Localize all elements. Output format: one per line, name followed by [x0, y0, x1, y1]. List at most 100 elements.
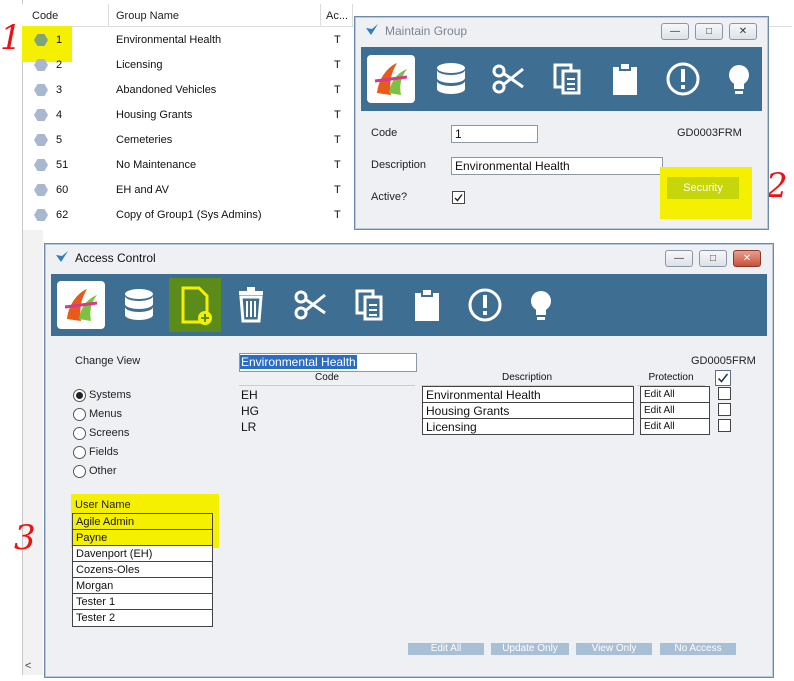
- table-row[interactable]: 62 Copy of Group1 (Sys Admins) T: [22, 203, 352, 228]
- new-file-button[interactable]: [169, 278, 221, 332]
- app-logo-icon[interactable]: [367, 55, 415, 103]
- access-row-code: EH: [241, 388, 258, 402]
- list-item[interactable]: Payne: [73, 530, 212, 546]
- window-title: Access Control: [75, 251, 156, 265]
- edit-all-button[interactable]: Edit All: [408, 643, 484, 655]
- copy-icon[interactable]: [345, 281, 393, 329]
- radio-fields[interactable]: [73, 446, 86, 459]
- radio-systems[interactable]: [73, 389, 86, 402]
- header-protection[interactable]: Protection: [637, 372, 705, 386]
- row-active: T: [334, 84, 341, 96]
- view-only-button[interactable]: View Only: [576, 643, 652, 655]
- column-divider: [352, 4, 353, 26]
- header-active[interactable]: Ac...: [326, 10, 348, 22]
- access-row-checkbox[interactable]: [718, 419, 731, 432]
- trash-icon[interactable]: [227, 281, 275, 329]
- access-control-titlebar[interactable]: Access Control — □ ✕: [45, 244, 773, 270]
- table-row[interactable]: 2 Licensing T: [22, 53, 352, 78]
- access-row-protection[interactable]: Edit All: [640, 402, 710, 419]
- clipboard-icon[interactable]: [403, 281, 451, 329]
- update-only-button[interactable]: Update Only: [491, 643, 569, 655]
- row-hexagon-icon: [34, 209, 48, 221]
- row-code: 3: [56, 84, 63, 96]
- radio-screens[interactable]: [73, 427, 86, 440]
- list-item[interactable]: Agile Admin: [73, 514, 212, 530]
- active-checkbox[interactable]: [452, 191, 465, 204]
- access-row-description[interactable]: Licensing: [422, 418, 634, 435]
- access-row-description[interactable]: Housing Grants: [422, 402, 634, 419]
- database-icon[interactable]: [115, 281, 163, 329]
- access-row-protection[interactable]: Edit All: [640, 418, 710, 435]
- access-row-code: LR: [241, 420, 257, 434]
- table-row[interactable]: 5 Cemeteries T: [22, 128, 352, 153]
- list-item[interactable]: Cozens-Oles: [73, 562, 212, 578]
- row-code: 51: [56, 159, 69, 171]
- new-file-icon: [181, 286, 212, 325]
- row-code: 1: [56, 34, 63, 46]
- database-icon[interactable]: [427, 55, 475, 103]
- maintain-group-titlebar[interactable]: Maintain Group — □ ✕: [355, 17, 768, 43]
- row-name: Copy of Group1 (Sys Admins): [116, 209, 262, 221]
- maximize-button[interactable]: □: [695, 23, 723, 40]
- radio-menus-label: Menus: [89, 408, 123, 420]
- row-active: T: [334, 209, 341, 221]
- close-button[interactable]: ✕: [733, 250, 761, 267]
- security-button[interactable]: Security: [667, 177, 739, 199]
- warning-icon[interactable]: [461, 281, 509, 329]
- app-logo-icon[interactable]: [57, 281, 105, 329]
- access-row-checkbox[interactable]: [718, 403, 731, 416]
- group-field[interactable]: Environmental Health: [239, 353, 417, 372]
- table-row[interactable]: 1 Environmental Health T: [22, 28, 352, 53]
- lightbulb-icon[interactable]: [517, 281, 565, 329]
- copy-icon[interactable]: [543, 55, 591, 103]
- minimize-button[interactable]: —: [665, 250, 693, 267]
- user-name-label: User Name: [75, 499, 131, 511]
- minimize-button[interactable]: —: [661, 23, 689, 40]
- list-item[interactable]: Morgan: [73, 578, 212, 594]
- maximize-button[interactable]: □: [699, 250, 727, 267]
- scroll-left-arrow[interactable]: <: [25, 660, 31, 672]
- row-hexagon-icon: [34, 59, 48, 71]
- lightbulb-icon[interactable]: [715, 55, 763, 103]
- code-field[interactable]: 1: [451, 125, 538, 143]
- row-hexagon-icon: [34, 109, 48, 121]
- close-button[interactable]: ✕: [729, 23, 757, 40]
- scissors-icon[interactable]: [485, 55, 533, 103]
- row-hexagon-icon: [34, 134, 48, 146]
- header-group-name[interactable]: Group Name: [116, 10, 179, 22]
- clipboard-icon[interactable]: [601, 55, 649, 103]
- row-name: Housing Grants: [116, 109, 193, 121]
- table-row[interactable]: 4 Housing Grants T: [22, 103, 352, 128]
- header-code[interactable]: Code: [239, 372, 415, 386]
- table-row[interactable]: 51 No Maintenance T: [22, 153, 352, 178]
- warning-icon[interactable]: [659, 55, 707, 103]
- description-label: Description: [371, 159, 427, 171]
- annotation-3: 3: [14, 518, 36, 558]
- list-item[interactable]: Tester 2: [73, 610, 212, 626]
- row-active: T: [334, 109, 341, 121]
- header-description[interactable]: Description: [421, 372, 633, 386]
- row-name: EH and AV: [116, 184, 169, 196]
- radio-menus[interactable]: [73, 408, 86, 421]
- radio-systems-label: Systems: [89, 389, 132, 401]
- list-item[interactable]: Tester 1: [73, 594, 212, 610]
- row-hexagon-icon: [34, 34, 48, 46]
- maintain-group-window: Maintain Group — □ ✕ Code 1 GD0003FRM De…: [354, 16, 769, 230]
- table-row[interactable]: 3 Abandoned Vehicles T: [22, 78, 352, 103]
- scissors-icon[interactable]: [287, 281, 335, 329]
- row-name: Cemeteries: [116, 134, 173, 146]
- list-item[interactable]: Davenport (EH): [73, 546, 212, 562]
- access-row-description[interactable]: Environmental Health: [422, 386, 634, 403]
- access-row-checkbox[interactable]: [718, 387, 731, 400]
- column-divider: [320, 4, 321, 26]
- row-name: Licensing: [116, 59, 163, 71]
- header-code[interactable]: Code: [32, 10, 58, 22]
- access-control-window: Access Control — □ ✕ Change View Environ…: [44, 243, 774, 678]
- select-all-checkbox[interactable]: [715, 370, 731, 386]
- no-access-button[interactable]: No Access: [660, 643, 736, 655]
- description-field[interactable]: Environmental Health: [451, 157, 663, 175]
- access-row-protection[interactable]: Edit All: [640, 386, 710, 403]
- radio-other[interactable]: [73, 465, 86, 478]
- table-row[interactable]: 60 EH and AV T: [22, 178, 352, 203]
- row-active: T: [334, 184, 341, 196]
